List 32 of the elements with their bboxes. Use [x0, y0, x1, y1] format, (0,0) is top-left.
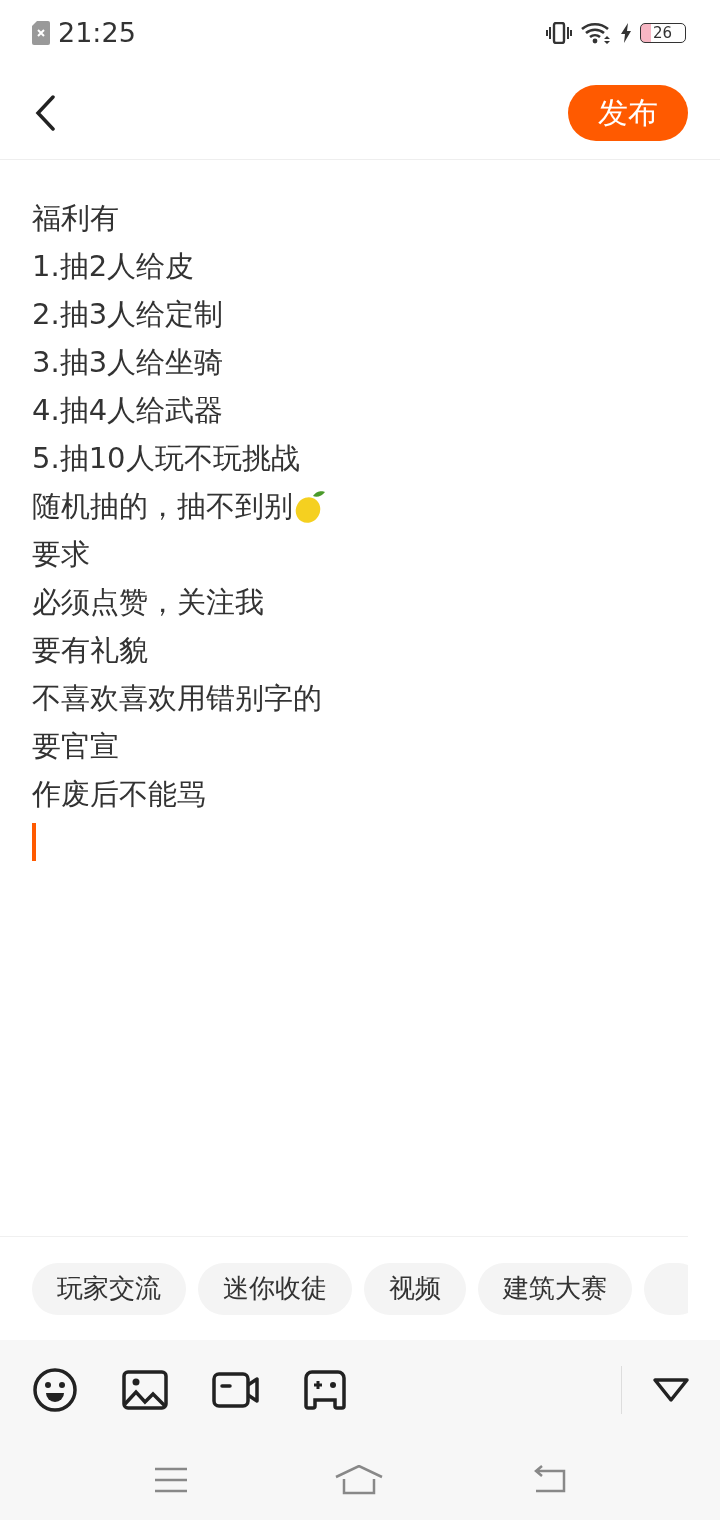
topic-chip[interactable]: 建筑大赛: [478, 1262, 632, 1315]
vibrate-icon: [546, 22, 572, 44]
image-icon[interactable]: [122, 1370, 168, 1410]
post-text-line: 作废后不能骂: [32, 776, 206, 813]
post-text-line: 随机抽的，抽不到别: [32, 488, 293, 525]
topic-chip[interactable]: 迷你收徒: [198, 1262, 352, 1315]
wifi-icon: [580, 22, 612, 44]
gamepad-icon[interactable]: [304, 1370, 346, 1410]
post-text-line: 5.抽10人玩不玩挑战: [32, 440, 300, 477]
clock-time: 21:25: [58, 15, 136, 50]
post-text-line: 要有礼貌: [32, 632, 148, 669]
post-text-line: 要官宣: [32, 728, 119, 765]
topic-chip[interactable]: 视频: [364, 1262, 466, 1315]
sim-card-icon: [32, 21, 50, 45]
collapse-icon[interactable]: [652, 1377, 690, 1403]
post-text-line: 3.抽3人给坐骑: [32, 344, 224, 381]
post-text-line: 福利有: [32, 200, 119, 237]
post-text-line: 2.抽3人给定制: [32, 296, 224, 333]
emoji-icon[interactable]: [32, 1367, 78, 1413]
battery-level-text: 26: [652, 24, 673, 42]
post-text-line: 必须点赞，关注我: [32, 584, 264, 621]
back-icon[interactable]: [34, 94, 56, 131]
post-text-line: 1.抽2人给皮: [32, 248, 195, 285]
home-icon[interactable]: [335, 1465, 383, 1495]
topic-chip[interactable]: 玩家交流: [32, 1262, 186, 1315]
charging-icon: [620, 23, 632, 43]
post-text-line: 4.抽4人给武器: [32, 392, 224, 429]
menu-icon[interactable]: [153, 1467, 188, 1493]
post-text-line: 要求: [32, 536, 90, 573]
text-cursor: [32, 823, 36, 861]
video-camera-icon[interactable]: [212, 1372, 260, 1408]
post-text-line: 不喜欢喜欢用错别字的: [32, 680, 322, 717]
